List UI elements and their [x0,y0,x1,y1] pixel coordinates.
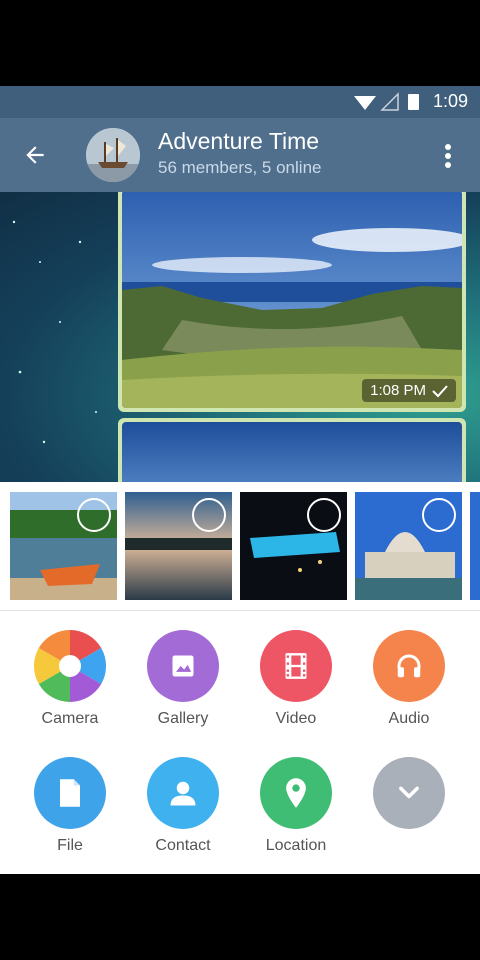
image-icon [172,655,194,677]
crater-landscape-photo [122,192,462,408]
status-icons [354,92,419,111]
gallery-circle [147,630,219,702]
location-circle [260,757,332,829]
divider [0,610,480,611]
video-circle [260,630,332,702]
photo-message[interactable]: 1:08 PM [118,192,466,412]
message-time-badge: 1:08 PM [362,379,456,402]
photo-thumbnail[interactable] [355,492,462,600]
camera-label: Camera [41,710,99,727]
group-avatar[interactable] [86,128,140,182]
photo-thumbnail[interactable] [240,492,347,600]
navigation-bar [0,874,480,960]
collapse-circle [373,757,445,829]
gallery-button[interactable]: Gallery [128,630,238,728]
camera-button[interactable]: Camera [15,630,125,728]
more-vert-icon [445,144,451,168]
headphones-icon [397,654,421,678]
contact-button[interactable]: Contact [128,757,238,855]
location-button[interactable]: Location [241,757,351,855]
battery-icon [408,94,419,110]
photo-thumbnail[interactable] [125,492,232,600]
check-icon [432,384,448,397]
more-options-button[interactable] [432,138,464,174]
contact-label: Contact [155,837,211,854]
audio-label: Audio [388,710,430,727]
sky-photo [122,422,462,482]
film-icon [285,653,307,679]
message-time: 1:08 PM [370,382,426,399]
location-label: Location [265,837,327,854]
wifi-icon [354,96,376,110]
audio-circle [373,630,445,702]
chat-header: Adventure Time 56 members, 5 online [0,118,480,192]
chevron-down-icon [399,786,419,799]
camera-circle [34,630,106,702]
audio-button[interactable]: Audio [354,630,464,728]
camera-aperture-icon [34,630,106,702]
video-label: Video [275,710,317,727]
photo-thumbnail[interactable] [10,492,117,600]
file-icon [60,779,80,807]
attach-sheet: Camera Gallery Video Audio File Contact … [0,482,480,874]
back-button[interactable] [18,138,52,172]
recent-photos-strip[interactable] [0,492,480,600]
signal-icon [380,92,399,111]
status-time: 1:09 [432,91,468,111]
contact-circle [147,757,219,829]
file-button[interactable]: File [15,757,125,855]
stars-decoration [12,220,97,444]
location-pin-icon [286,778,306,808]
status-bar: 1:09 [0,86,480,118]
arrow-back-icon [26,146,44,164]
select-circle[interactable] [307,498,341,532]
select-circle[interactable] [77,498,111,532]
select-circle[interactable] [422,498,456,532]
select-circle[interactable] [192,498,226,532]
partial-photo [470,492,480,600]
ship-avatar-image [86,128,140,182]
photo-message[interactable] [118,418,466,482]
collapse-button[interactable] [354,757,464,837]
chat-title: Adventure Time [158,128,320,154]
chat-background: 1:08 PM [0,192,480,482]
person-icon [170,781,196,806]
file-label: File [57,837,83,854]
video-button[interactable]: Video [241,630,351,728]
chat-subtitle: 56 members, 5 online [158,158,322,177]
photo-thumbnail[interactable] [470,492,480,600]
file-circle [34,757,106,829]
gallery-label: Gallery [157,710,209,727]
